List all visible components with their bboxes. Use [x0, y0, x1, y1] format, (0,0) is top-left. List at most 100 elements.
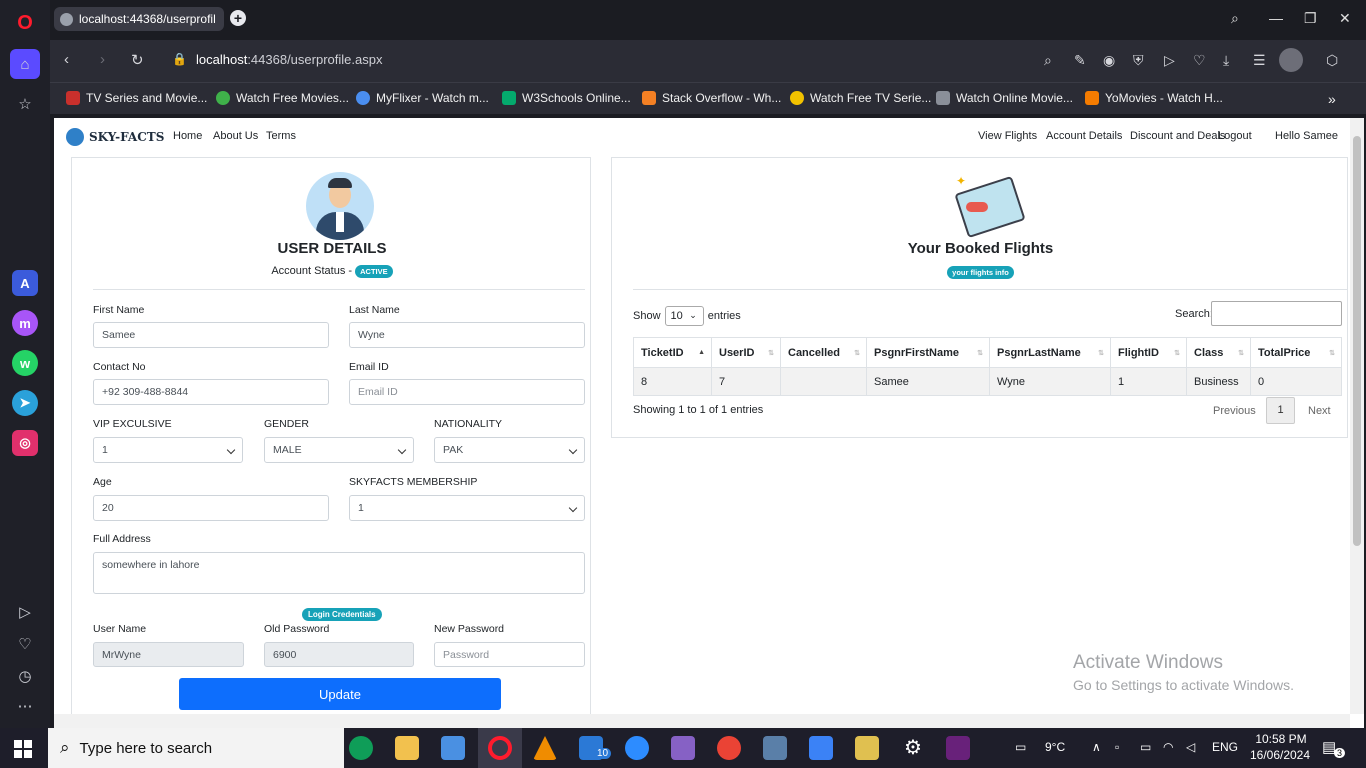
- update-button[interactable]: Update: [179, 678, 501, 710]
- bookmark-item[interactable]: Stack Overflow - Wh...: [642, 91, 781, 105]
- bookmark-item[interactable]: YoMovies - Watch H...: [1085, 91, 1223, 105]
- forward-icon[interactable]: ›: [100, 51, 105, 68]
- membership-select[interactable]: 1: [349, 495, 585, 521]
- clock-time[interactable]: 10:58 PM: [1254, 732, 1308, 746]
- camera-icon[interactable]: ◉: [1103, 52, 1115, 69]
- aria-app-icon[interactable]: A: [12, 270, 38, 296]
- nav-account-details[interactable]: Account Details: [1046, 130, 1122, 142]
- username-input[interactable]: MrWyne: [93, 642, 244, 667]
- whatsapp-icon[interactable]: w: [12, 350, 38, 376]
- clock-date[interactable]: 16/06/2024: [1248, 748, 1312, 762]
- pager-page[interactable]: 1: [1266, 397, 1295, 424]
- store-icon[interactable]: [441, 736, 465, 760]
- vlc-icon[interactable]: [533, 736, 557, 760]
- col-cancelled[interactable]: Cancelled ⇅: [780, 337, 867, 368]
- entries-select[interactable]: 10 ⌄: [664, 306, 704, 326]
- tray-app-icon[interactable]: ▫: [1115, 740, 1119, 754]
- bookmarks-overflow-icon[interactable]: »: [1328, 91, 1336, 107]
- app-icon[interactable]: [855, 736, 879, 760]
- nav-view-flights[interactable]: View Flights: [978, 130, 1037, 142]
- nav-about[interactable]: About Us: [213, 130, 258, 142]
- reload-icon[interactable]: ↻: [131, 51, 144, 69]
- nav-home[interactable]: Home: [173, 130, 202, 142]
- lens-search-icon[interactable]: ⌕: [1044, 52, 1052, 69]
- adblock-icon[interactable]: ⛨: [1133, 52, 1144, 69]
- home-icon[interactable]: ⌂: [10, 49, 40, 79]
- star-icon[interactable]: ☆: [10, 89, 40, 119]
- search-input[interactable]: [1211, 301, 1342, 326]
- gender-select[interactable]: MALE: [264, 437, 414, 463]
- close-icon[interactable]: ✕: [1339, 10, 1351, 27]
- tray-chevron-up-icon[interactable]: ∧: [1092, 740, 1101, 754]
- app-icon[interactable]: [809, 736, 833, 760]
- vertical-scrollbar[interactable]: [1350, 118, 1364, 714]
- contact-input[interactable]: +92 309-488-8844: [93, 379, 329, 405]
- heart-icon[interactable]: ♡: [1193, 52, 1206, 69]
- scrollbar-thumb[interactable]: [1353, 136, 1361, 546]
- pager-next[interactable]: Next: [1308, 405, 1331, 417]
- chrome-icon[interactable]: [717, 736, 741, 760]
- edge-icon[interactable]: [349, 736, 373, 760]
- file-explorer-icon[interactable]: [395, 736, 419, 760]
- bookmark-item[interactable]: TV Series and Movie...: [66, 91, 207, 105]
- download-icon[interactable]: ⤓: [1223, 52, 1229, 69]
- last-name-input[interactable]: Wyne: [349, 322, 585, 348]
- tab-active[interactable]: localhost:44368/userprofil: [54, 7, 224, 31]
- windows-start-icon[interactable]: [14, 740, 32, 758]
- new-tab-plus-icon[interactable]: +: [230, 10, 246, 26]
- extensions-icon[interactable]: ⬡: [1326, 52, 1338, 69]
- col-ticketid[interactable]: TicketID ▲: [633, 337, 712, 368]
- instagram-icon[interactable]: ◎: [12, 430, 38, 456]
- restore-icon[interactable]: ❐: [1304, 10, 1317, 27]
- pager-previous[interactable]: Previous: [1213, 405, 1256, 417]
- opera-logo-icon[interactable]: O: [10, 8, 40, 38]
- language-indicator[interactable]: ENG: [1212, 740, 1238, 754]
- bookmark-item[interactable]: W3Schools Online...: [502, 91, 631, 105]
- wifi-icon[interactable]: ◠: [1163, 740, 1173, 754]
- nav-discounts[interactable]: Discount and Deals: [1130, 130, 1225, 142]
- new-password-input[interactable]: Password: [434, 642, 585, 667]
- email-input[interactable]: Email ID: [349, 379, 585, 405]
- vip-select[interactable]: 1: [93, 437, 243, 463]
- address-textarea[interactable]: somewhere in lahore: [93, 552, 585, 594]
- url-field[interactable]: localhost:44368/userprofile.aspx: [196, 52, 382, 67]
- back-icon[interactable]: ‹: [64, 51, 69, 68]
- bookmark-item[interactable]: Watch Free Movies...: [216, 91, 349, 105]
- volume-icon[interactable]: ◁: [1186, 740, 1195, 754]
- site-brand[interactable]: SKY-FACTS: [66, 128, 164, 146]
- zoom-icon[interactable]: [625, 736, 649, 760]
- settings-gear-icon[interactable]: ⚙: [901, 736, 925, 760]
- old-password-input[interactable]: 6900: [264, 642, 414, 667]
- messenger-icon[interactable]: m: [12, 310, 38, 336]
- play-icon[interactable]: ▷: [1164, 52, 1175, 69]
- minimize-icon[interactable]: —: [1269, 10, 1283, 26]
- app-icon[interactable]: [763, 736, 787, 760]
- bookmark-item[interactable]: Watch Online Movie...: [936, 91, 1073, 105]
- nav-logout[interactable]: Logout: [1218, 130, 1252, 142]
- bookmark-item[interactable]: MyFlixer - Watch m...: [356, 91, 489, 105]
- visual-studio-2-icon[interactable]: [946, 736, 970, 760]
- first-name-input[interactable]: Samee: [93, 322, 329, 348]
- taskbar-search[interactable]: ⌕ Type here to search: [48, 728, 344, 768]
- edit-icon[interactable]: ✎: [1074, 52, 1086, 69]
- col-flightid[interactable]: FlightID ⇅: [1110, 337, 1187, 368]
- bookmark-item[interactable]: Watch Free TV Serie...: [790, 91, 931, 105]
- menu-icon[interactable]: ☰: [1253, 52, 1266, 69]
- more-icon[interactable]: ⋯: [10, 691, 40, 721]
- profile-avatar-icon[interactable]: [1279, 48, 1303, 72]
- col-psgnrlastname[interactable]: PsgnrLastName ⇅: [989, 337, 1111, 368]
- col-userid[interactable]: UserID ⇅: [711, 337, 781, 368]
- nav-terms[interactable]: Terms: [266, 130, 296, 142]
- heart-icon[interactable]: ♡: [10, 629, 40, 659]
- col-class[interactable]: Class ⇅: [1186, 337, 1251, 368]
- nationality-select[interactable]: PAK: [434, 437, 585, 463]
- telegram-icon[interactable]: ➤: [12, 390, 38, 416]
- visual-studio-icon[interactable]: [671, 736, 695, 760]
- weather-temp[interactable]: 9°C: [1045, 740, 1065, 754]
- search-tabs-icon[interactable]: ⌕: [1231, 10, 1239, 27]
- col-totalprice[interactable]: TotalPrice ⇅: [1250, 337, 1342, 368]
- age-input[interactable]: 20: [93, 495, 329, 521]
- col-psgnrfirstname[interactable]: PsgnrFirstName ⇅: [866, 337, 990, 368]
- battery-icon[interactable]: ▭: [1140, 740, 1151, 754]
- history-icon[interactable]: ◷: [10, 661, 40, 691]
